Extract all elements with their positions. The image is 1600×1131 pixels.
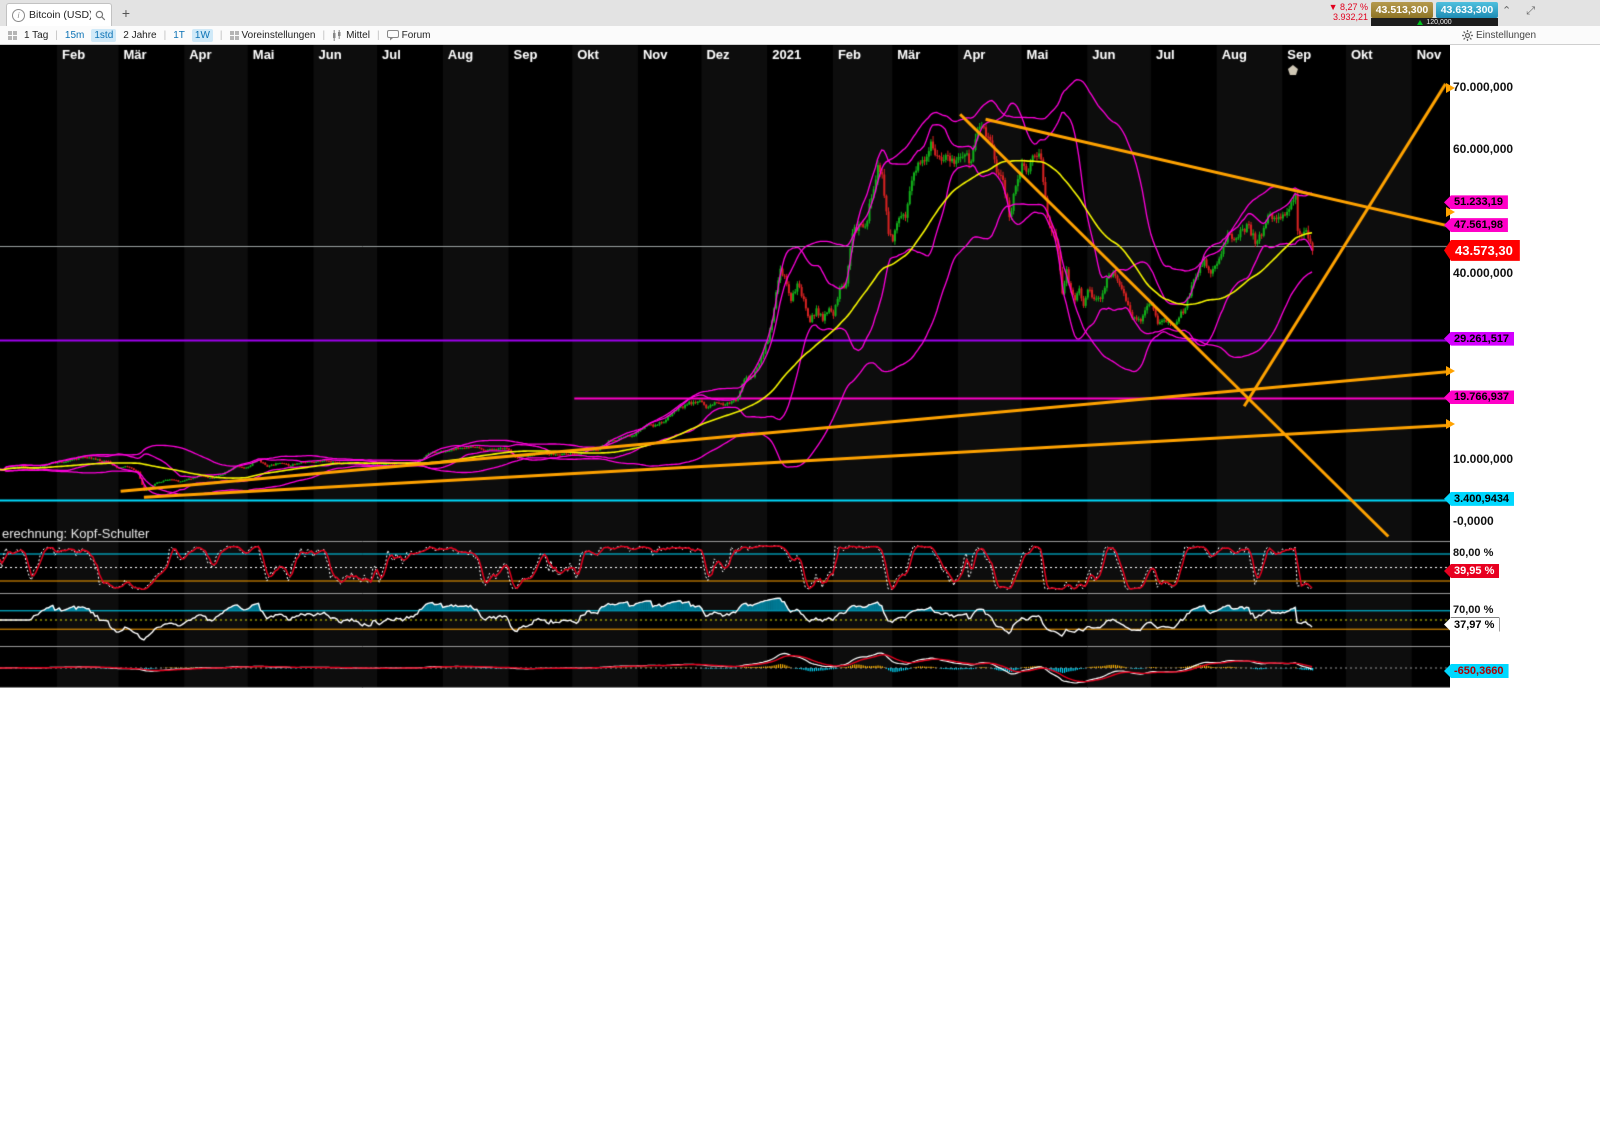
sell-button[interactable]: 43.513,300 [1371, 2, 1433, 18]
range-selector[interactable]: 2 Jahre [123, 30, 156, 41]
trading-app: i Bitcoin (USD) + ▼ 8,27 % 3.932,21 43.5… [0, 0, 1600, 1131]
price-axis-label: 60.000,000 [1453, 141, 1514, 156]
indicator-value-tag: -650,3660 [1444, 663, 1509, 678]
price-axis-label: 10.000,000 [1453, 451, 1514, 466]
forum-button[interactable]: Forum [386, 29, 431, 41]
timeframe-15m[interactable]: 15m [65, 30, 84, 41]
trendline-exit-arrow-icon [1446, 83, 1455, 94]
quote-change: ▼ 8,27 % 3.932,21 [1316, 2, 1368, 22]
speech-bubble-icon [386, 29, 399, 40]
price-tag: 3.400,9434 [1444, 491, 1515, 506]
spread-strip: 120,000 [1371, 18, 1498, 26]
indicator-value-tag: 37,97 % [1444, 617, 1500, 632]
settings-label: Einstellungen [1476, 30, 1537, 41]
price-tag: 47.561,98 [1444, 218, 1508, 233]
price-tag: 19.766,937 [1444, 390, 1515, 405]
chart-toolbar: 1 Tag | 15m 1std 2 Jahre | 1T 1W | Vorei… [0, 26, 1600, 45]
price-axis-label: -0,0000 [1453, 514, 1494, 528]
trendline-exit-arrow-icon [1446, 419, 1455, 430]
spread-value: 120,000 [1426, 18, 1452, 26]
toolbar-separator: | [322, 29, 326, 41]
toolbar-separator: | [376, 29, 380, 41]
forum-label: Forum [401, 29, 431, 41]
layout-grid-icon[interactable] [8, 30, 17, 40]
presets-label: Voreinstellungen [241, 29, 316, 41]
settings-button[interactable]: Einstellungen [1462, 26, 1536, 45]
gear-icon [1462, 30, 1473, 41]
presets-icon [229, 30, 239, 40]
presets-button[interactable]: Voreinstellungen [229, 29, 316, 41]
timeframe-1w[interactable]: 1W [191, 28, 213, 42]
up-triangle-icon [1417, 19, 1424, 25]
price-axis-label: 70.000,000 [1453, 79, 1514, 94]
info-icon[interactable]: i [12, 8, 25, 22]
price-tag: 51.233,19 [1444, 195, 1508, 210]
quote-change-abs: 3.932,21 [1332, 12, 1368, 22]
price-axis[interactable]: 70.000,000 60.000,000 40.000,000 10.000,000… [1444, 45, 1600, 688]
window-control-icons[interactable]: ⌃ ⤢ [1502, 4, 1541, 18]
indicators-label: Mittel [346, 29, 370, 41]
timeframe-1std[interactable]: 1std [91, 28, 117, 42]
toolbar-separator: | [219, 29, 223, 41]
price-tag: 43.573,30 [1444, 239, 1520, 261]
toolbar-separator: | [163, 29, 167, 41]
indicator-level-label: 70,00 % [1453, 603, 1494, 616]
timeframe-1t[interactable]: 1T [173, 30, 185, 41]
search-icon[interactable] [95, 10, 106, 21]
buy-button[interactable]: 43.633,300 [1436, 2, 1498, 18]
period-selector[interactable]: 1 Tag [24, 30, 48, 41]
indicators-button[interactable]: Mittel [332, 29, 370, 41]
price-axis-label: 40.000,000 [1453, 265, 1514, 280]
instrument-tab-label: Bitcoin (USD) [29, 9, 92, 21]
chart-area [0, 45, 1450, 688]
candlestick-icon [333, 29, 341, 41]
add-tab-button[interactable]: + [118, 5, 134, 21]
toolbar-separator: | [55, 29, 58, 41]
tab-bar: i Bitcoin (USD) + ▼ 8,27 % 3.932,21 43.5… [0, 0, 1600, 27]
indicator-value-tag: 39,95 % [1444, 564, 1500, 578]
price-tag: 29.261,517 [1444, 331, 1515, 346]
instrument-tab[interactable]: i Bitcoin (USD) [6, 3, 112, 26]
price-chart-canvas[interactable] [0, 45, 1450, 688]
quote-change-pct: ▼ 8,27 % [1328, 2, 1368, 12]
trendline-exit-arrow-icon [1446, 365, 1455, 376]
indicator-level-label: 80,00 % [1453, 547, 1494, 559]
